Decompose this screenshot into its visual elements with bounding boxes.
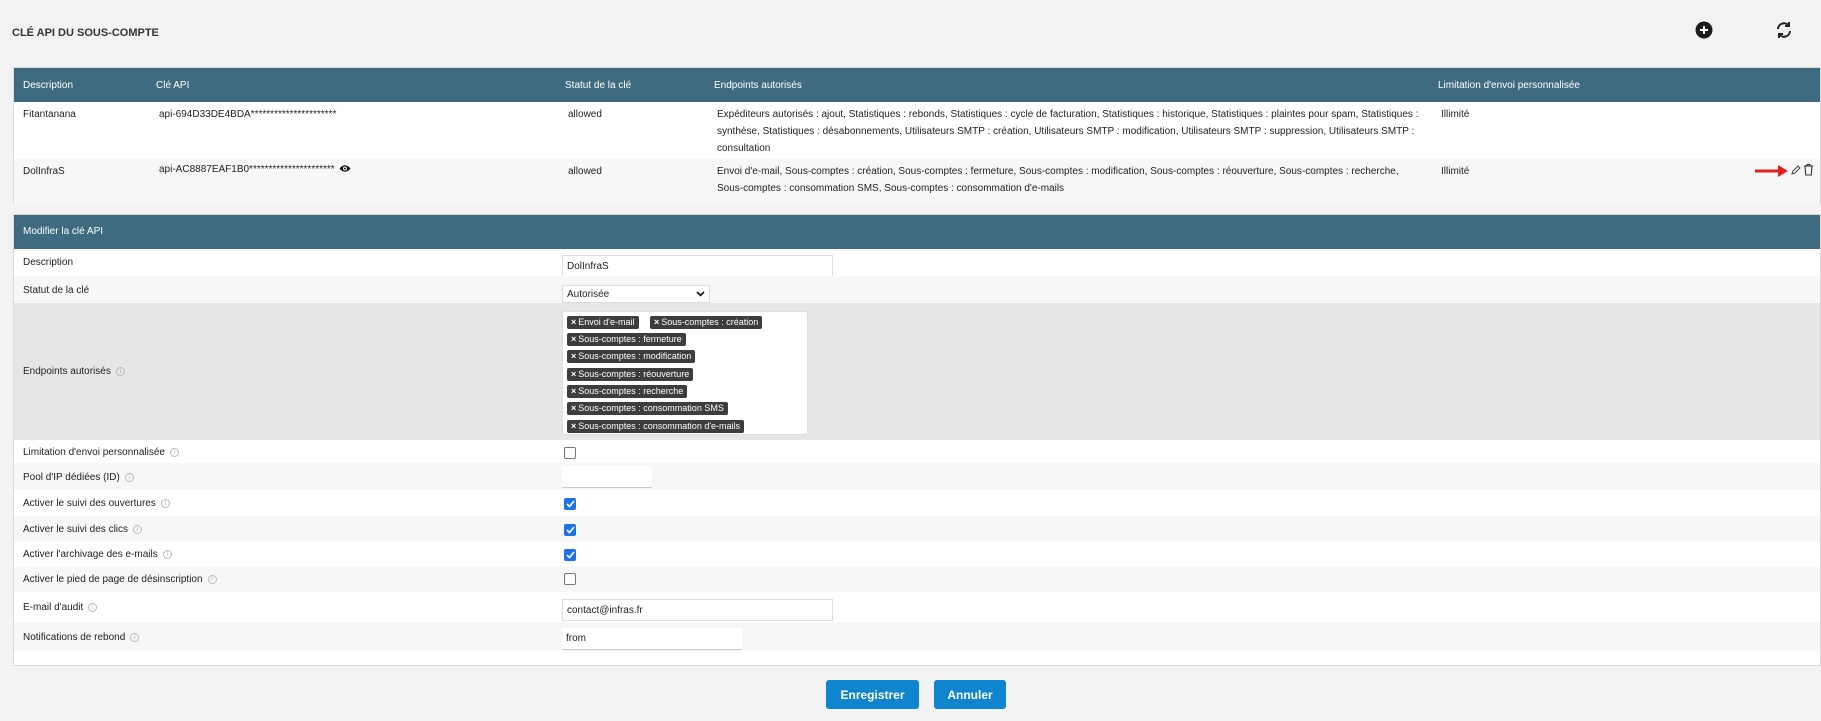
col-key-header: Clé API — [156, 80, 190, 91]
chevron-down-icon — [696, 289, 705, 300]
row-limit: Illimité — [1441, 166, 1470, 177]
info-icon: i — [207, 574, 217, 584]
table-header: Description Clé API Statut de la clé End… — [14, 68, 1820, 102]
info-icon: i — [170, 447, 179, 457]
plus-circle-icon[interactable] — [1695, 21, 1713, 39]
track-clicks-label: Activer le suivi des clics — [23, 524, 129, 535]
form-title: Modifier la clé API — [14, 215, 1820, 249]
page-title: CLÉ API DU SOUS-COMPTE — [12, 27, 159, 39]
save-button[interactable]: Enregistrer — [826, 680, 919, 709]
audit-email-input[interactable] — [562, 599, 833, 621]
info-icon: i — [130, 632, 140, 642]
track-opens-label: Activer le suivi des ouvertures — [23, 498, 156, 509]
endpoint-tag[interactable]: × Sous-comptes : consommation d'e-mails — [567, 420, 745, 433]
unsub-footer-label: Activer le pied de page de désinscriptio… — [23, 574, 203, 585]
row-description: Fitantanana — [23, 109, 76, 120]
audit-email-label: E-mail d'audit — [23, 602, 84, 613]
status-select[interactable]: Autorisée — [562, 285, 710, 303]
ip-pool-input[interactable] — [562, 466, 652, 488]
custom-limit-checkbox[interactable] — [564, 447, 576, 459]
custom-limit-label: Limitation d'envoi personnalisée — [23, 447, 165, 458]
description-label: Description — [23, 257, 74, 268]
archiving-label: Activer l'archivage des e-mails — [23, 549, 158, 560]
eye-icon[interactable] — [339, 164, 351, 176]
refresh-icon[interactable] — [1775, 21, 1793, 39]
endpoint-tag[interactable]: × Sous-comptes : modification — [567, 350, 696, 363]
bounce-notif-input[interactable] — [562, 628, 742, 650]
endpoint-tag[interactable]: × Envoi d'e-mail — [567, 316, 639, 329]
status-select-value: Autorisée — [567, 288, 610, 300]
col-description-header: Description — [23, 80, 74, 91]
description-input[interactable] — [562, 255, 833, 277]
pencil-icon[interactable] — [1791, 165, 1801, 178]
endpoints-label: Endpoints autorisés — [23, 366, 111, 377]
row-status: allowed — [568, 166, 602, 177]
endpoint-tag[interactable]: × Sous-comptes : consommation SMS — [567, 402, 728, 415]
row-endpoints: Envoi d'e-mail, Sous-comptes : création,… — [717, 166, 1399, 194]
row-status: allowed — [568, 109, 602, 120]
edit-api-key-form: Modifier la clé API Description Statut d… — [13, 214, 1821, 666]
cancel-button[interactable]: Annuler — [934, 680, 1006, 709]
info-icon: i — [124, 472, 134, 482]
row-limit: Illimité — [1441, 109, 1470, 120]
endpoint-tag[interactable]: × Sous-comptes : création — [650, 316, 763, 329]
table-row[interactable]: Fitantanana api-694D33DE4BDA************… — [14, 102, 1820, 159]
row-description: DolInfraS — [23, 166, 65, 177]
info-icon: i — [115, 366, 125, 376]
track-clicks-checkbox[interactable] — [564, 524, 576, 536]
info-icon: i — [162, 549, 172, 559]
info-icon: i — [88, 602, 98, 612]
info-icon: i — [160, 498, 170, 508]
endpoint-tag[interactable]: × Sous-comptes : recherche — [567, 385, 688, 398]
col-endpoints-header: Endpoints autorisés — [714, 80, 802, 91]
row-api-key: api-AC8887EAF1B0********************** — [159, 164, 335, 175]
row-endpoints: Expéditeurs autorisés : ajout, Statistiq… — [717, 109, 1419, 154]
bounce-notif-label: Notifications de rebond — [23, 632, 126, 643]
info-icon: i — [133, 524, 143, 534]
col-status-header: Statut de la clé — [565, 80, 632, 91]
endpoint-tag[interactable]: × Sous-comptes : réouverture — [567, 368, 694, 381]
trash-icon[interactable] — [1803, 163, 1814, 179]
track-opens-checkbox[interactable] — [564, 498, 576, 510]
table-row[interactable]: DolInfraS api-AC8887EAF1B0**************… — [14, 159, 1820, 204]
row-api-key: api-694D33DE4BDA********************** — [159, 109, 337, 120]
red-arrow-icon — [1754, 163, 1790, 182]
ip-pool-label: Pool d'IP dédiées (ID) — [23, 472, 120, 483]
col-limit-header: Limitation d'envoi personnalisée — [1438, 80, 1580, 91]
archiving-checkbox[interactable] — [564, 549, 576, 561]
endpoints-tags-input[interactable]: × Envoi d'e-mail × Sous-comptes : création… — [562, 311, 808, 435]
unsub-footer-checkbox[interactable] — [564, 573, 576, 585]
api-keys-table: Description Clé API Statut de la clé End… — [13, 67, 1821, 204]
endpoint-tag[interactable]: × Sous-comptes : fermeture — [567, 333, 686, 346]
status-label: Statut de la clé — [23, 285, 90, 296]
